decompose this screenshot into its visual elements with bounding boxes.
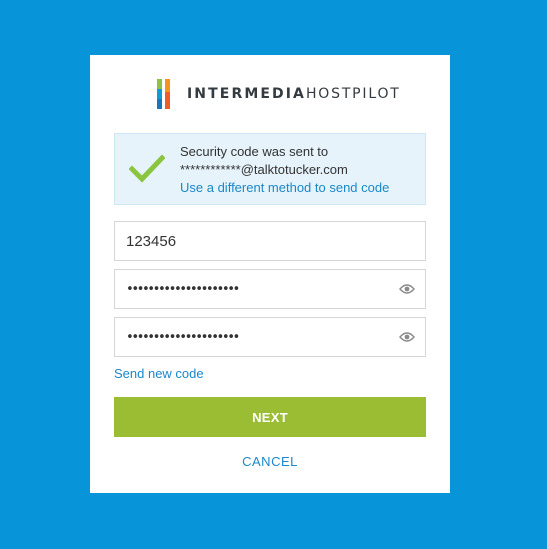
security-code-alert: Security code was sent to ************@t… xyxy=(114,133,426,205)
confirm-password-input[interactable] xyxy=(115,318,425,356)
intermedia-logo: INTERMEDIAHOSTPILOT xyxy=(157,79,401,109)
confirm-password-field xyxy=(114,317,426,357)
new-password-input[interactable] xyxy=(115,270,425,308)
different-method-link[interactable]: Use a different method to send code xyxy=(180,180,389,195)
alert-email: ************@talktotucker.com xyxy=(180,162,348,177)
alert-message: Security code was sent to xyxy=(180,144,329,159)
logo-brand-light: HOSTPILOT xyxy=(305,86,401,102)
security-code-field xyxy=(114,221,426,261)
login-card: INTERMEDIAHOSTPILOT Security code was se… xyxy=(90,55,450,493)
new-password-field xyxy=(114,269,426,309)
eye-icon[interactable] xyxy=(399,283,415,295)
check-icon xyxy=(129,154,165,183)
logo-brand-bold: INTERMEDIA xyxy=(187,86,306,102)
logo-text: INTERMEDIAHOSTPILOT xyxy=(187,86,401,102)
cancel-link[interactable]: CANCEL xyxy=(90,454,450,469)
security-code-input[interactable] xyxy=(115,222,425,260)
logo-mark-icon xyxy=(157,79,176,109)
eye-icon[interactable] xyxy=(399,331,415,343)
send-new-code-link[interactable]: Send new code xyxy=(114,366,204,381)
next-button[interactable]: NEXT xyxy=(114,397,426,437)
